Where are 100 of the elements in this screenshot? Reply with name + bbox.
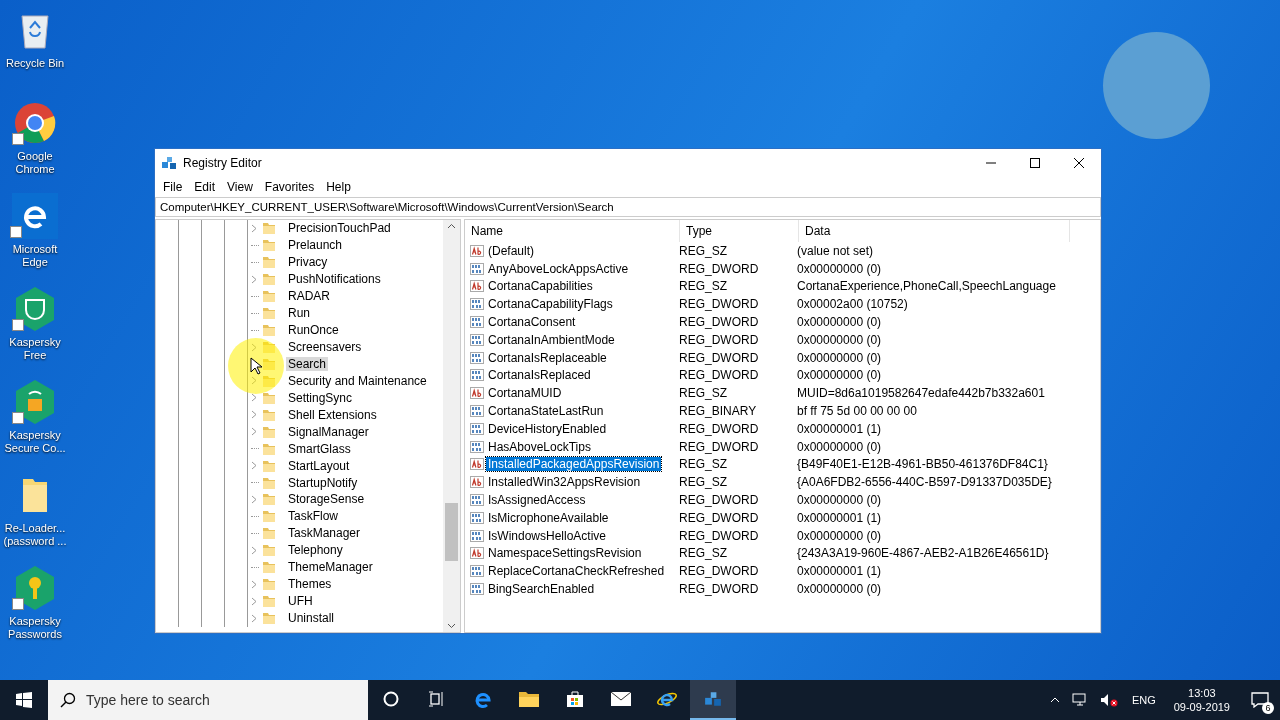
value-name[interactable]: IsAssignedAccess [486,493,588,508]
value-name[interactable]: CortanaIsReplaced [486,368,593,383]
tree-item[interactable]: RADAR [286,289,332,304]
chevron-right-icon[interactable] [251,461,257,471]
value-name[interactable]: BingSearchEnabled [486,582,597,597]
tree-item[interactable]: Run [286,306,312,321]
menu-item[interactable]: Favorites [258,180,321,194]
tree-item[interactable]: SettingSync [286,390,355,405]
value-data: 0x00000000 (0) [796,368,883,383]
tree-item[interactable]: SignalManager [286,424,371,439]
desktop-shortcut[interactable]: Kaspersky Passwords [0,564,70,647]
tree-item[interactable]: TaskManager [286,526,363,541]
value-type: REG_DWORD [678,315,760,330]
language-indicator[interactable]: ENG [1131,694,1156,706]
tree-item[interactable]: Screensavers [286,340,364,355]
tree-item[interactable]: Themes [286,577,334,592]
value-name[interactable]: (Default) [486,243,536,258]
tree-item[interactable]: Telephony [286,543,345,558]
value-type: REG_DWORD [678,421,760,436]
tree-item[interactable]: Security and Maintenance [286,373,429,388]
value-name[interactable]: AnyAboveLockAppsActive [486,261,631,276]
value-name[interactable]: CortanaMUID [486,386,564,401]
chevron-right-icon[interactable] [251,410,257,420]
tree-item[interactable]: PushNotifications [286,272,383,287]
value-data: 0x00002a00 (10752) [796,297,909,312]
value-data: {A0A6FDB2-6556-440C-B597-D91337D035DE} [796,475,1053,490]
tree-item[interactable]: TaskFlow [286,509,340,524]
tree-item[interactable]: Prelaunch [286,238,345,253]
binary-value-icon [470,298,484,311]
value-name[interactable]: IsWindowsHelloActive [486,528,609,543]
menu-item[interactable]: Help [320,180,357,194]
value-name[interactable]: CortanaCapabilities [486,279,595,294]
value-data: 0x00000001 (1) [796,564,883,579]
taskbar-search-field[interactable]: Type here to search [48,680,368,720]
chevron-right-icon[interactable] [251,579,257,589]
tree-item[interactable]: PrecisionTouchPad [286,221,393,236]
registry-cubes-icon [161,155,177,171]
column-header[interactable]: Name [465,220,680,242]
value-name[interactable]: CortanaInAmbientMode [486,332,617,347]
value-name[interactable]: DeviceHistoryEnabled [486,421,609,436]
folder-icon [262,255,276,270]
tree-item[interactable]: RunOnce [286,323,341,338]
folder-icon [262,475,276,490]
value-name[interactable]: CortanaIsReplaceable [486,350,609,365]
folder-icon [262,238,276,253]
chevron-right-icon[interactable] [251,545,257,555]
menu-item[interactable]: Edit [188,180,222,194]
desktop-shortcut[interactable]: Google Chrome [0,99,70,182]
value-name[interactable]: InstalledPackagedAppsRevision [486,457,662,472]
chevron-right-icon[interactable] [251,393,257,403]
tree-item[interactable]: StorageSense [286,492,367,507]
chevron-right-icon[interactable] [251,274,257,284]
value-type: REG_SZ [678,386,728,401]
column-header[interactable]: Data [799,220,1070,242]
desktop-shortcut[interactable]: Microsoft Edge [0,192,70,275]
chevron-right-icon[interactable] [251,427,257,437]
tree-item[interactable]: Uninstall [286,611,337,626]
desktop-shortcut[interactable]: Recycle Bin [0,6,70,89]
value-name[interactable]: HasAboveLockTips [486,439,593,454]
scrollbar-thumb[interactable] [445,503,458,561]
value-name[interactable]: CortanaConsent [486,315,578,330]
tree-item[interactable]: StartupNotify [286,475,360,490]
close-icon [1074,158,1084,168]
shortcut-label: Kaspersky Passwords [7,615,63,641]
value-name[interactable]: IsMicrophoneAvailable [486,510,611,525]
value-name[interactable]: NamespaceSettingsRevision [486,546,644,561]
chevron-right-icon[interactable] [251,223,257,233]
tree-item[interactable]: ThemeManager [286,560,375,575]
menu-item[interactable]: File [157,180,189,194]
tree-item[interactable]: Privacy [286,255,330,270]
folder-icon [262,306,276,321]
folder-icon [262,323,276,338]
tree-item[interactable]: SmartGlass [286,441,353,456]
chevron-right-icon[interactable] [251,494,257,504]
value-name[interactable]: CortanaCapabilityFlags [486,297,615,312]
search-icon [60,692,76,708]
chevron-right-icon[interactable] [251,596,257,606]
desktop-shortcut[interactable]: Kaspersky Secure Co... [0,378,70,461]
address-bar[interactable]: Computer\HKEY_CURRENT_USER\Software\Microsoft\Windows\CurrentVersion\Search [155,197,1101,217]
tree-item[interactable]: StartLayout [286,458,352,473]
tree-item[interactable]: Shell Extensions [286,407,379,422]
network-icon[interactable] [1071,693,1088,707]
column-header[interactable]: Type [680,220,799,242]
desktop-shortcut[interactable]: Kaspersky Free [0,285,70,368]
menu-item[interactable]: View [221,180,259,194]
vertical-scrollbar[interactable] [443,220,460,632]
scroll-up-icon [447,223,456,229]
tree-item[interactable]: Search [286,356,329,371]
chevron-up-icon[interactable] [1049,697,1060,703]
chevron-right-icon[interactable] [251,613,257,623]
tree-item[interactable]: UFH [286,594,315,609]
value-name[interactable]: CortanaStateLastRun [486,404,606,419]
chevron-right-icon[interactable] [251,342,257,352]
clock[interactable]: 13:03 09-09-2019 [1173,686,1230,714]
notification-button[interactable]: 6 [1240,680,1280,720]
value-name[interactable]: InstalledWin32AppsRevision [486,475,643,490]
speaker-muted-icon[interactable] [1099,693,1118,707]
chevron-right-icon[interactable] [251,376,257,386]
value-name[interactable]: ReplaceCortanaCheckRefreshed [486,564,667,579]
desktop-shortcut[interactable]: Re-Loader... (password ... [0,471,70,554]
